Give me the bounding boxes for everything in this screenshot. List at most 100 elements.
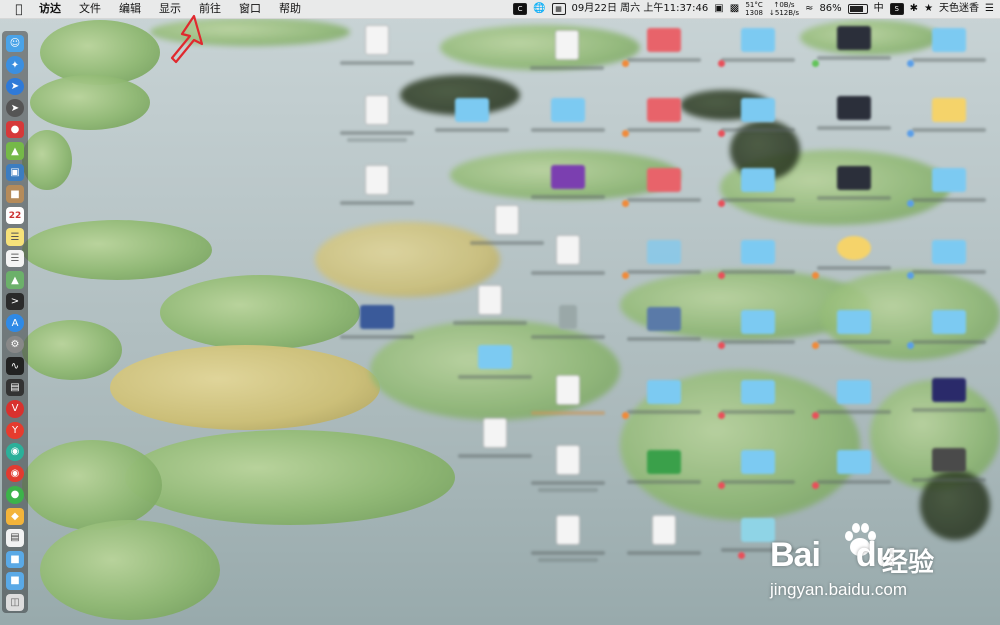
battery-percent[interactable]: 86% [819,0,841,18]
launchpad-icon[interactable]: ➤ [6,99,24,117]
desktop-file[interactable] [340,305,414,339]
settings-icon[interactable]: ⚙ [6,335,24,354]
netease-music-icon[interactable]: ◉ [6,464,24,483]
desktop-file[interactable] [340,95,414,142]
network-speed-widget[interactable]: ↑0B/s ↓512B/s [769,1,799,17]
desktop-file[interactable] [817,26,891,60]
desktop-file[interactable] [340,165,414,205]
desktop-folder[interactable] [721,98,795,132]
desktop-file[interactable] [627,450,701,484]
lily-pad [125,430,455,525]
calendar-icon[interactable]: 22 [6,206,24,225]
menu-file[interactable]: 文件 [70,0,110,18]
baidu-logo: Bai du [770,536,896,574]
desktop-file[interactable] [627,307,701,341]
apple-menu-icon[interactable]:  [8,2,30,16]
desktop-file[interactable] [817,166,891,200]
star-icon[interactable]: ★ [924,0,933,18]
terminal-icon[interactable]: > [6,292,24,311]
desktop-folder[interactable] [627,380,701,414]
preview-icon[interactable]: ▣ [6,163,24,182]
input-method[interactable]: 中 [874,0,884,18]
desktop-folder[interactable] [721,240,795,274]
menu-finder[interactable]: 访达 [30,0,70,18]
desktop-folder[interactable] [435,98,509,132]
browser-icon[interactable]: ◉ [6,443,24,461]
desktop-folder[interactable] [912,98,986,132]
desktop-folder[interactable] [721,168,795,202]
desktop-folder[interactable] [721,28,795,62]
desktop-file[interactable] [458,418,532,458]
desktop-file[interactable] [531,305,605,339]
desktop-folder[interactable] [721,450,795,484]
desktop-folder[interactable] [531,98,605,132]
trash-icon[interactable]: ◫ [6,593,24,612]
folder-icon[interactable]: ■ [6,550,24,569]
lily-pad [22,320,122,380]
maps-icon[interactable]: ▲ [6,271,24,289]
menu-help[interactable]: 帮助 [270,0,310,18]
notes2-icon[interactable]: ☰ [6,249,24,268]
desktop-folder[interactable] [817,450,891,484]
screen-icon[interactable]: ▣ [714,0,723,18]
notification-center-icon[interactable]: ☰ [985,0,994,18]
textedit-icon[interactable]: ▤ [6,529,24,547]
username[interactable]: 天色迷香 [939,0,979,18]
vivaldi-icon[interactable]: V [6,400,24,418]
cpu-temp-widget[interactable]: 51°C 1308 [745,1,763,17]
desktop-file[interactable] [531,375,605,415]
desktop-file[interactable] [912,448,986,482]
desktop-file[interactable] [912,378,986,412]
desktop-file[interactable] [817,236,891,270]
control-strip-icon[interactable]: C [513,3,528,15]
desktop-folder[interactable] [721,310,795,344]
desktop-file[interactable] [531,165,605,199]
globe-icon[interactable]: 🌐 [533,0,545,18]
desktop-folder[interactable] [912,168,986,202]
android-icon[interactable]: ▲ [6,142,24,160]
menu-edit[interactable]: 编辑 [110,0,150,18]
cast-icon[interactable]: ▩ [730,0,739,18]
desktop-folder[interactable] [458,345,532,379]
safari-icon[interactable]: ✦ [6,56,24,74]
app-icon[interactable]: ● [6,120,24,139]
yandex-icon[interactable]: Y [6,421,24,440]
desktop-file[interactable] [453,285,527,325]
desktop-folder[interactable] [912,240,986,274]
console-icon[interactable]: ▤ [6,378,24,397]
desktop-file[interactable] [627,28,701,62]
desktop-folder[interactable] [627,240,701,274]
desktop-file[interactable] [340,25,414,65]
desktop-folder[interactable] [912,28,986,62]
sketch-icon[interactable]: ◆ [6,507,24,526]
wifi-icon[interactable]: ≈ [805,0,813,18]
desktop-file[interactable] [470,205,544,245]
desktop-file[interactable] [627,98,701,132]
wechat-icon[interactable]: ● [6,486,24,504]
s-app-icon[interactable]: S [889,3,904,15]
finder-icon[interactable]: ☺ [6,35,24,53]
desktop-file[interactable] [627,515,701,555]
activity-icon[interactable]: ∿ [6,357,24,375]
desktop-file[interactable] [531,445,605,492]
lily-pad [110,345,380,430]
desktop-folder[interactable] [721,380,795,414]
desktop-file[interactable] [817,96,891,130]
notes-icon[interactable]: ☰ [6,228,24,246]
menu-window[interactable]: 窗口 [230,0,270,18]
compass-icon[interactable]: ➤ [6,77,24,96]
desktop-file[interactable] [530,30,604,70]
datetime[interactable]: 09月22日 周六 上午11:37:46 [572,0,709,18]
contacts-icon[interactable]: ■ [6,185,24,203]
desktop-file[interactable] [531,515,605,562]
desktop-folder[interactable] [817,380,891,414]
desktop-file[interactable] [627,168,701,202]
bluetooth-icon[interactable]: ✱ [910,0,918,18]
folder-icon-2[interactable]: ■ [6,572,24,590]
desktop-folder[interactable] [912,310,986,344]
battery-icon[interactable] [847,4,868,14]
appstore-icon[interactable]: A [6,314,24,332]
desktop-folder[interactable] [817,310,891,344]
calendar-menu-icon[interactable]: ▦ [551,3,566,15]
desktop-file[interactable] [531,235,605,275]
